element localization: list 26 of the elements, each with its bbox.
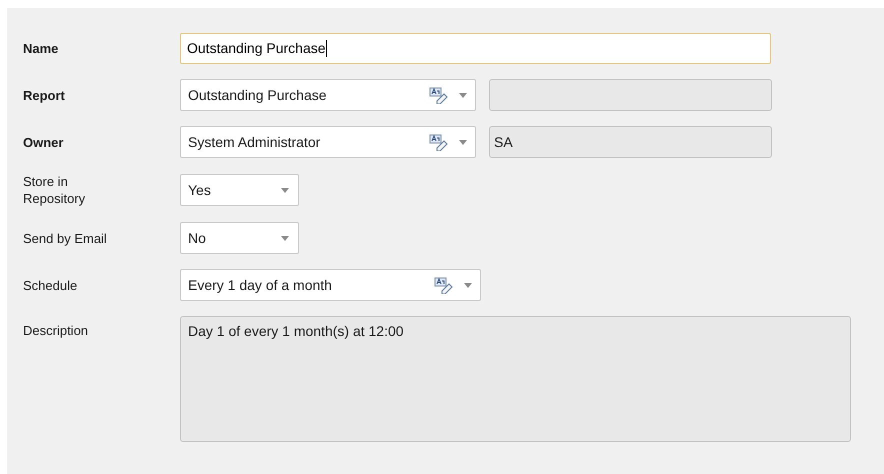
field-label: Schedule [23, 276, 78, 294]
field-label: Report [23, 86, 66, 104]
lookup-combo[interactable]: Every 1 day of a month [180, 269, 481, 301]
dropdown[interactable]: Yes [180, 174, 299, 206]
dropdown[interactable]: No [180, 222, 299, 254]
lookup-combo[interactable]: Outstanding Purchase [180, 79, 476, 111]
lookup-icon [434, 276, 454, 294]
combo-value: System Administrator [188, 132, 322, 152]
field-label: Name [23, 40, 60, 57]
dropdown-arrow-icon [281, 188, 289, 192]
field-label: Send by Email [23, 230, 108, 246]
description-field: Day 1 of every 1 month(s) at 12:00 [180, 316, 851, 442]
dropdown-arrow-icon [281, 236, 289, 240]
dropdown-arrow-icon [459, 92, 467, 98]
field-label: Store in Repository [23, 173, 86, 207]
field-label: Owner [23, 134, 64, 150]
field-label: Description [23, 322, 90, 339]
code-field: SA [489, 126, 772, 158]
lookup-icon [429, 86, 449, 104]
dropdown-arrow-icon [459, 140, 467, 144]
combo-value: Outstanding Purchase [188, 86, 328, 105]
combo-value: Every 1 day of a month [188, 276, 333, 295]
name-field[interactable]: Outstanding Purchase [180, 33, 771, 64]
dropdown-arrow-icon [464, 282, 472, 288]
lookup-combo[interactable]: System Administrator [180, 126, 476, 158]
lookup-icon [429, 134, 449, 150]
